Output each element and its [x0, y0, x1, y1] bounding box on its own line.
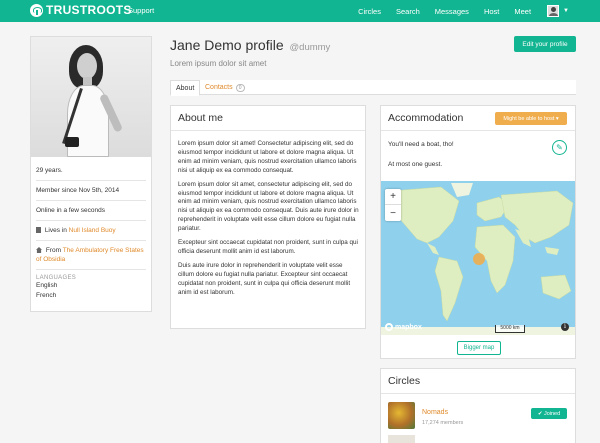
- tree-logo-icon: [30, 3, 43, 17]
- edit-profile-button[interactable]: Edit your profile: [514, 36, 576, 52]
- bigger-map-button[interactable]: Bigger map: [457, 341, 501, 355]
- profile-username: @dummy: [289, 42, 331, 53]
- about-card: About me Lorem ipsum dolor sit amet! Con…: [170, 105, 366, 329]
- accommodation-title: Accommodation: [388, 112, 464, 124]
- lives-in-link[interactable]: Null Island Buoy: [69, 227, 116, 234]
- circle-thumbnail[interactable]: [388, 435, 415, 443]
- world-map-icon: [381, 181, 575, 335]
- about-paragraph: Excepteur sint occaecat cupidatat non pr…: [178, 239, 358, 255]
- language-item: English: [36, 282, 58, 289]
- about-body: Lorem ipsum dolor sit amet! Consectetur …: [178, 140, 360, 303]
- map-scale: 5000 km: [495, 325, 525, 333]
- contacts-count-badge: 0: [235, 83, 245, 92]
- circle-member-count: 17,274 members: [422, 420, 464, 426]
- nav-support-link[interactable]: Support: [128, 6, 154, 15]
- tab-about[interactable]: About: [170, 80, 201, 96]
- chevron-down-icon[interactable]: ▼: [563, 8, 569, 14]
- page-title: Jane Demo profile @dummy: [170, 37, 330, 53]
- brand-logo-link[interactable]: TRUSTROOTS: [30, 3, 132, 17]
- profile-name: Jane Demo profile: [170, 37, 284, 53]
- mapbox-logo[interactable]: mapbox: [385, 323, 422, 331]
- building-icon: [36, 227, 41, 233]
- language-item: French: [36, 292, 57, 299]
- from-row: From The Ambulatory Free States of Obsid…: [36, 241, 146, 270]
- nav-meet[interactable]: Meet: [514, 7, 531, 16]
- nav-circles[interactable]: Circles: [358, 7, 381, 16]
- location-map[interactable]: + − mapbox 5000 km i: [381, 181, 575, 335]
- profile-sidebar: 29 years. Member since Nov 5th, 2014 Onl…: [30, 36, 152, 312]
- tab-contacts-label: Contacts: [205, 84, 233, 91]
- circles-card: Circles Nomads 17,274 members ✔ Joined: [380, 368, 576, 443]
- about-title: About me: [178, 112, 223, 124]
- nav-search[interactable]: Search: [396, 7, 420, 16]
- nav-menu: Circles Search Messages Host Meet ▼: [343, 0, 569, 22]
- nav-host[interactable]: Host: [484, 7, 499, 16]
- about-paragraph: Lorem ipsum dolor sit amet! Consectetur …: [178, 140, 357, 174]
- mapbox-ring-icon: [385, 323, 393, 331]
- map-zoom-control: + −: [385, 189, 401, 221]
- mapbox-label: mapbox: [395, 323, 422, 331]
- about-paragraph: Duis aute irure dolor in reprehenderit i…: [178, 261, 351, 296]
- top-navbar: TRUSTROOTS Support Circles Search Messag…: [0, 0, 600, 22]
- circle-thumbnail[interactable]: [388, 402, 415, 429]
- info-icon[interactable]: i: [561, 323, 569, 331]
- profile-photo: [31, 37, 151, 157]
- member-since-text: Member since Nov 5th, 2014: [36, 181, 146, 201]
- zoom-out-button[interactable]: −: [385, 205, 401, 221]
- hosting-status-dropdown[interactable]: Might be able to host ▾: [495, 112, 567, 125]
- from-label: From: [45, 247, 61, 254]
- lives-in-label: Lives in: [44, 227, 67, 234]
- brand-name: TRUSTROOTS: [46, 3, 132, 17]
- profile-tabs: About Contacts 0: [170, 80, 576, 96]
- circle-name-link[interactable]: Nomads: [422, 409, 448, 416]
- zoom-in-button[interactable]: +: [385, 189, 401, 205]
- accommodation-card: Accommodation Might be able to host ▾ Yo…: [380, 105, 576, 359]
- lives-in-row: Lives in Null Island Buoy: [36, 221, 146, 241]
- tab-contacts[interactable]: Contacts 0: [205, 80, 245, 95]
- online-status-text: Online in a few seconds: [36, 201, 146, 221]
- nav-messages[interactable]: Messages: [435, 7, 469, 16]
- edit-pencil-icon[interactable]: ✎: [552, 140, 567, 155]
- user-avatar[interactable]: [547, 5, 560, 17]
- accommodation-guests: At most one guest.: [388, 161, 443, 168]
- age-text: 29 years.: [36, 161, 146, 181]
- home-icon: [36, 247, 42, 253]
- joined-badge[interactable]: ✔ Joined: [531, 408, 567, 419]
- circles-title: Circles: [388, 375, 421, 387]
- profile-tagline: Lorem ipsum dolor sit amet: [170, 59, 267, 68]
- accommodation-note: You'll need a boat, tho!: [388, 141, 454, 148]
- about-paragraph: Lorem ipsum dolor sit amet, consectetur …: [178, 180, 359, 233]
